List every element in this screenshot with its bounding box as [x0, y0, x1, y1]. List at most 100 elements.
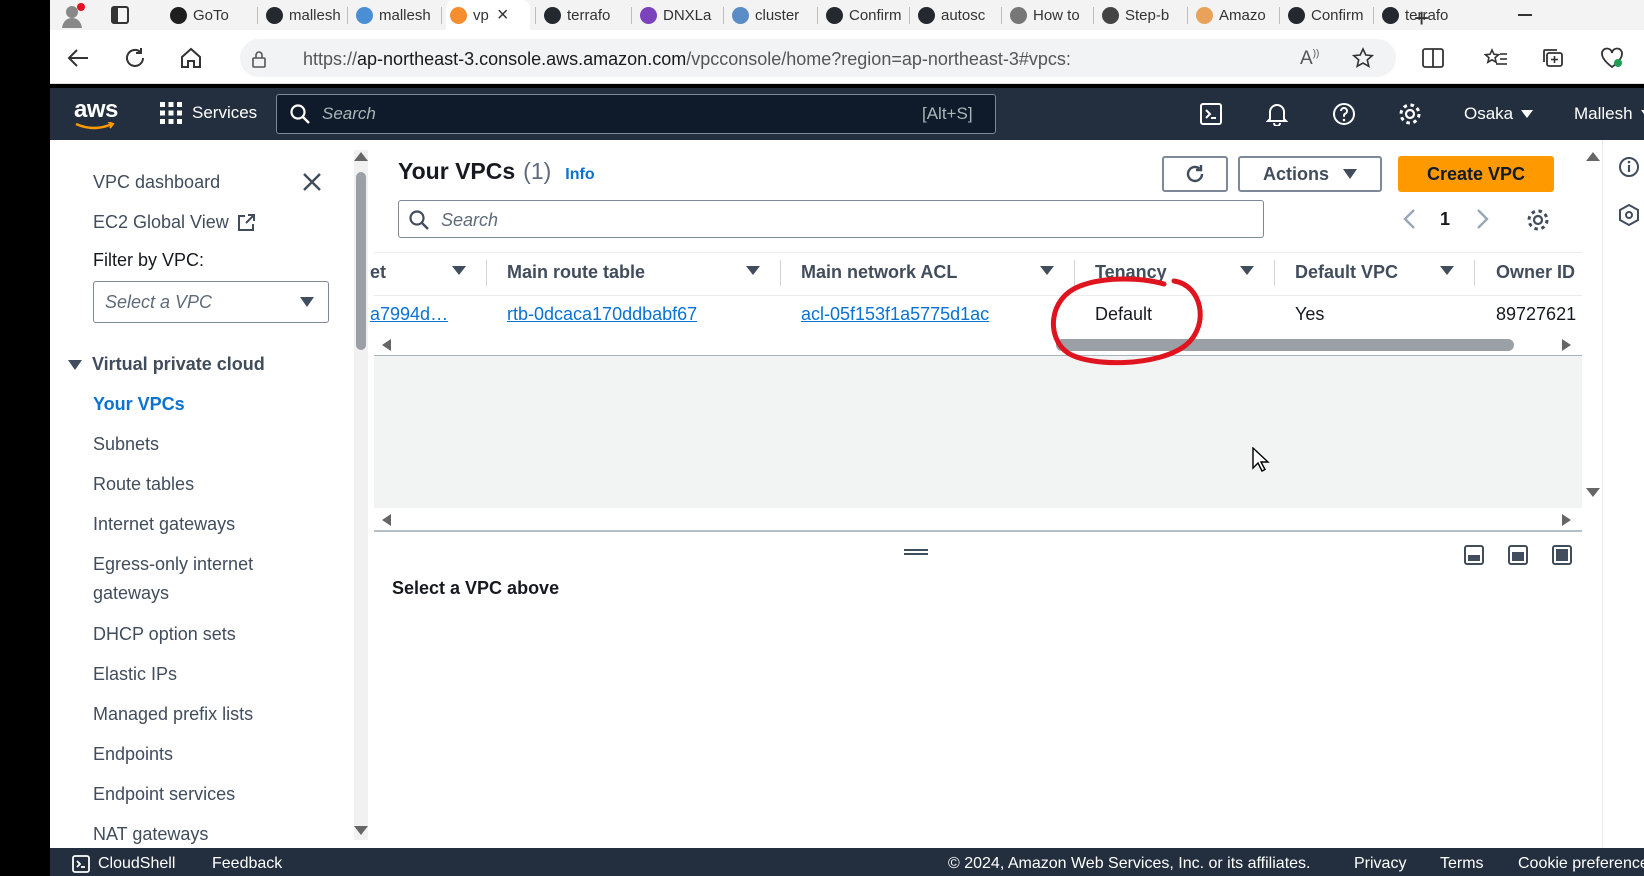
browser-tab[interactable]: mallesh [352, 2, 432, 28]
vpc-search-input[interactable]: Search [398, 200, 1264, 238]
panel-side-icon[interactable] [1508, 545, 1528, 565]
column-header-main-route-table[interactable]: Main route table [507, 262, 645, 283]
browser-tab[interactable]: Step-b [1098, 2, 1178, 28]
column-divider[interactable] [486, 260, 487, 286]
sidebar-vpc-dashboard[interactable]: VPC dashboard [93, 172, 220, 193]
pagination-page[interactable]: 1 [1440, 209, 1450, 230]
column-header-main-network-acl[interactable]: Main network ACL [801, 262, 957, 283]
account-menu[interactable]: Mallesh [1574, 104, 1644, 124]
sidebar-item[interactable]: gateways [93, 583, 169, 604]
browser-tab[interactable]: vp × [446, 0, 530, 30]
sidebar-item[interactable]: Managed prefix lists [93, 704, 253, 725]
sidebar-item[interactable]: Egress-only internet [93, 554, 253, 575]
sidebar-ec2-global-view[interactable]: EC2 Global View [93, 212, 255, 233]
create-vpc-button[interactable]: Create VPC [1398, 156, 1554, 192]
info-link[interactable]: Info [565, 166, 594, 184]
notifications-bell-icon[interactable] [1266, 102, 1288, 126]
aws-logo[interactable]: aws [74, 96, 118, 130]
sidebar-item[interactable]: Your VPCs [93, 394, 185, 415]
column-header-partial[interactable]: et [370, 262, 386, 283]
column-header-owner-id[interactable]: Owner ID [1496, 262, 1575, 283]
drag-handle-icon[interactable] [904, 548, 928, 556]
browser-tab[interactable]: terrafo [540, 2, 620, 28]
scroll-right-icon[interactable] [1562, 339, 1571, 351]
panel-full-icon[interactable] [1552, 545, 1572, 565]
cookie-preferences-link[interactable]: Cookie preferences [1518, 855, 1644, 873]
column-divider[interactable] [780, 260, 781, 286]
scroll-up-icon[interactable] [354, 152, 368, 161]
back-icon[interactable] [66, 47, 90, 69]
scroll-left-icon[interactable] [382, 514, 391, 526]
split-screen-icon[interactable] [1422, 48, 1444, 68]
browser-tab[interactable]: How to [1006, 2, 1086, 28]
sort-icon[interactable] [1040, 266, 1054, 275]
sidebar-item[interactable]: Endpoints [93, 744, 173, 765]
cloudshell-footer-button[interactable]: CloudShell [72, 855, 175, 873]
close-icon[interactable] [302, 172, 322, 192]
browser-tab[interactable]: mallesh [262, 2, 342, 28]
panel-bottom-icon[interactable] [1464, 545, 1484, 565]
sort-icon[interactable] [1240, 266, 1254, 275]
actions-button[interactable]: Actions [1238, 156, 1382, 192]
browser-tab[interactable]: autosc [914, 2, 994, 28]
sidebar-item[interactable]: Route tables [93, 474, 194, 495]
region-selector[interactable]: Osaka [1464, 104, 1534, 124]
vpc-filter-select[interactable]: Select a VPC [93, 281, 329, 323]
scroll-up-icon[interactable] [1586, 152, 1600, 161]
browser-tab[interactable]: Confirm [1284, 2, 1364, 28]
sort-icon[interactable] [746, 266, 760, 275]
browser-essentials-icon[interactable] [1600, 47, 1624, 69]
column-divider[interactable] [1474, 260, 1475, 286]
scroll-down-icon[interactable] [354, 826, 368, 835]
info-panel-icon[interactable] [1618, 156, 1640, 178]
scroll-down-icon[interactable] [1586, 488, 1600, 497]
main-route-table-link[interactable]: rtb-0dcaca170ddbabf67 [507, 304, 697, 325]
pagination-next-icon[interactable] [1476, 208, 1490, 230]
sidebar-item[interactable]: Internet gateways [93, 514, 235, 535]
lock-icon[interactable] [251, 50, 267, 68]
terms-link[interactable]: Terms [1440, 855, 1484, 873]
minimize-icon[interactable] [1518, 14, 1532, 16]
tab-actions-icon[interactable] [110, 5, 130, 25]
section-virtual-private-cloud[interactable]: Virtual private cloud [68, 354, 265, 375]
sidebar-item[interactable]: DHCP option sets [93, 624, 236, 645]
scroll-left-icon[interactable] [382, 339, 391, 351]
sidebar-item[interactable]: NAT gateways [93, 824, 208, 845]
browser-tab[interactable]: Amazo [1192, 2, 1272, 28]
aws-search-input[interactable] [276, 94, 996, 134]
preferences-gear-icon[interactable] [1526, 208, 1550, 232]
reload-icon[interactable] [124, 47, 146, 69]
privacy-link[interactable]: Privacy [1354, 855, 1406, 873]
refresh-button[interactable] [1162, 156, 1228, 192]
sort-icon[interactable] [452, 266, 466, 275]
collections-icon[interactable] [1542, 48, 1564, 68]
pagination-prev-icon[interactable] [1402, 208, 1416, 230]
read-aloud-icon[interactable]: A)) [1300, 48, 1319, 70]
split-panel-divider[interactable] [374, 530, 1582, 532]
help-icon[interactable] [1332, 102, 1356, 126]
sidebar-item[interactable]: Endpoint services [93, 784, 235, 805]
sidebar-scroll-thumb[interactable] [356, 172, 366, 350]
sidebar-item[interactable]: Elastic IPs [93, 664, 177, 685]
scroll-right-icon[interactable] [1562, 514, 1571, 526]
tab-close-icon[interactable]: × [497, 4, 509, 27]
home-icon[interactable] [180, 47, 202, 69]
sort-icon[interactable] [1440, 266, 1454, 275]
browser-tab[interactable]: DNXLa [636, 2, 716, 28]
feedback-link[interactable]: Feedback [212, 855, 282, 873]
settings-gear-icon[interactable] [1398, 102, 1422, 126]
column-divider[interactable] [1274, 260, 1275, 286]
browser-tab[interactable]: cluster [728, 2, 808, 28]
main-network-acl-link[interactable]: acl-05f153f1a5775d1ac [801, 304, 989, 325]
favorite-star-icon[interactable] [1352, 47, 1374, 69]
services-menu[interactable]: Services [160, 102, 257, 124]
cloudshell-icon[interactable] [1200, 103, 1222, 125]
row-partial-link[interactable]: a7994d… [370, 304, 448, 325]
favorites-icon[interactable] [1484, 48, 1508, 68]
browser-tab[interactable]: GoTo [166, 2, 246, 28]
profile-icon[interactable] [60, 2, 86, 28]
sidebar-item[interactable]: Subnets [93, 434, 159, 455]
browser-tab[interactable]: Confirm [822, 2, 902, 28]
column-header-default-vpc[interactable]: Default VPC [1295, 262, 1398, 283]
resources-hexagon-icon[interactable] [1618, 204, 1640, 226]
